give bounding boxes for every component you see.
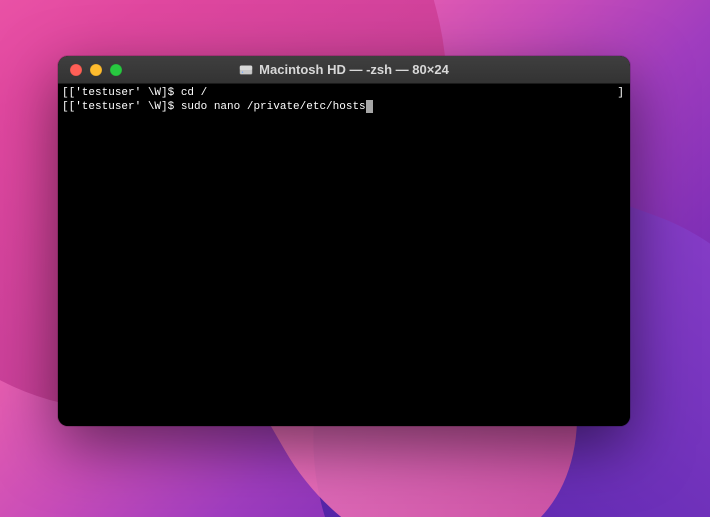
close-button[interactable] <box>70 64 82 76</box>
minimize-button[interactable] <box>90 64 102 76</box>
prompt-bracket-left: [ <box>62 100 69 114</box>
hard-drive-icon <box>239 63 253 77</box>
shell-command: cd / <box>181 86 207 100</box>
window-titlebar[interactable]: Macintosh HD — -zsh — 80×24 <box>58 56 630 84</box>
shell-prompt: ['testuser' \W]$ <box>69 100 181 114</box>
terminal-line: [['testuser' \W]$ cd /] <box>62 86 626 100</box>
terminal-line: [['testuser' \W]$ sudo nano /private/etc… <box>62 100 626 114</box>
title-content: Macintosh HD — -zsh — 80×24 <box>58 62 630 77</box>
maximize-button[interactable] <box>110 64 122 76</box>
traffic-lights <box>58 64 122 76</box>
text-cursor <box>366 100 373 113</box>
terminal-body[interactable]: [['testuser' \W]$ cd /] [['testuser' \W]… <box>58 84 630 426</box>
shell-command: sudo nano /private/etc/hosts <box>181 100 366 114</box>
prompt-bracket-left: [ <box>62 86 69 100</box>
window-title: Macintosh HD — -zsh — 80×24 <box>259 62 449 77</box>
prompt-bracket-right: ] <box>617 86 626 100</box>
terminal-window[interactable]: Macintosh HD — -zsh — 80×24 [['testuser'… <box>58 56 630 426</box>
shell-prompt: ['testuser' \W]$ <box>69 86 181 100</box>
